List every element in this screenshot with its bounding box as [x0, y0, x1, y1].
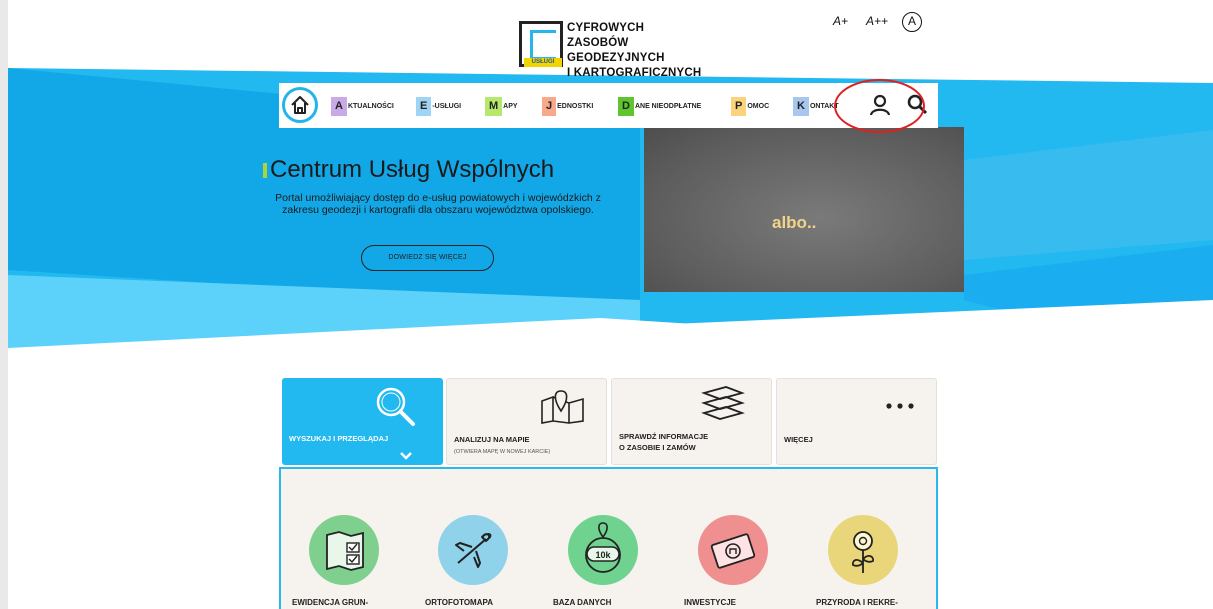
service-label-nature[interactable]: PRZYRODA I REKRE-: [816, 598, 898, 607]
slider-image-panel[interactable]: [644, 127, 964, 292]
service-label-investments[interactable]: INWESTYCJE: [684, 598, 736, 607]
logo-badge: USŁUGI: [524, 58, 562, 67]
tile-search-browse[interactable]: WYSZUKAJ I PRZEGLĄDAJ: [282, 378, 443, 465]
font-increase-button[interactable]: A+: [833, 14, 848, 28]
nav-item-pomoc[interactable]: P OMOC: [731, 97, 769, 116]
annotation-highlight-circle: [834, 79, 925, 133]
nav-cap: E: [416, 97, 432, 116]
hero-title: Centrum Usług Wspólnych: [263, 156, 554, 184]
nav-item-mapy[interactable]: M APY: [485, 97, 518, 116]
nav-label: EDNOSTKI: [557, 103, 594, 110]
nav-cap: J: [542, 97, 557, 116]
tile-label: SPRAWDŹ INFORMACJE O ZASOBIE I ZAMÓW: [619, 432, 709, 452]
tile-check-resources[interactable]: SPRAWDŹ INFORMACJE O ZASOBIE I ZAMÓW: [611, 378, 772, 465]
tile-label: WYSZUKAJ I PRZEGLĄDAJ: [289, 434, 389, 443]
logo-line-3: I KARTOGRAFICZNYCH: [567, 67, 702, 79]
chevron-down-icon: [400, 452, 412, 460]
tile-label: ANALIZUJ NA MAPIE: [454, 435, 530, 444]
orthophoto-icon[interactable]: [438, 515, 508, 585]
home-button[interactable]: [282, 87, 318, 123]
nav-label: ANE NIEODPŁATNE: [634, 103, 702, 110]
nav-label: APY: [503, 103, 518, 110]
globe-10k-icon: 10k: [585, 522, 621, 573]
service-label-database[interactable]: BAZA DANYCH: [553, 598, 611, 607]
more-dots-icon: [886, 403, 914, 409]
tile-label: WIĘCEJ: [784, 435, 813, 444]
learn-more-button[interactable]: DOWIEDZ SIĘ WIĘCEJ: [361, 245, 494, 271]
nav-cap: P: [731, 97, 747, 116]
hero-title-text: Centrum Usług Wspólnych: [270, 156, 555, 183]
nav-label: OMOC: [747, 103, 770, 110]
flower-icon: [851, 531, 875, 573]
airplane-icon: [455, 533, 492, 568]
nav-item-kontakt[interactable]: K ONTAKT: [793, 97, 839, 116]
svg-text:10k: 10k: [595, 550, 611, 560]
font-increase-more-button[interactable]: A++: [866, 14, 888, 28]
page: albo.. Centrum Usług Wspólnych Portal um…: [0, 0, 1213, 609]
nav-cap: K: [793, 97, 809, 116]
site-logo[interactable]: USŁUGI CYFROWYCH ZASOBÓW GEODEZYJNYCH I …: [519, 19, 709, 79]
database-icon[interactable]: 10k: [568, 515, 638, 585]
nav-cap: D: [618, 97, 634, 116]
hero-description: Portal umożliwiający dostęp do e-usług p…: [275, 192, 601, 216]
tile-analyze-map[interactable]: ANALIZUJ NA MAPIE (OTWIERA MAPĘ W NOWEJ …: [446, 378, 607, 465]
tile-sublabel: (OTWIERA MAPĘ W NOWEJ KARCIE): [454, 449, 551, 455]
logo-emblem: USŁUGI: [519, 21, 563, 67]
service-label-orthophoto[interactable]: ORTOFOTOMAPA: [425, 598, 493, 607]
banknote-icon: [710, 533, 756, 569]
logo-line-2: GEODEZYJNYCH: [567, 52, 665, 64]
tile-more[interactable]: WIĘCEJ: [776, 378, 937, 465]
title-accent-mark: [263, 163, 267, 178]
slider-overlay-text: albo..: [772, 213, 817, 232]
logo-letter-e: [530, 30, 556, 60]
map-checklist-icon: [326, 531, 364, 571]
cadastre-icon[interactable]: [309, 515, 379, 585]
nav-item-aktualnosci[interactable]: A KTUALNOŚCI: [331, 97, 394, 116]
nav-item-dane-nieodplatne[interactable]: D ANE NIEODPŁATNE: [618, 97, 701, 116]
nature-icon[interactable]: [828, 515, 898, 585]
logo-text: CYFROWYCH ZASOBÓW GEODEZYJNYCH I KARTOGR…: [567, 21, 709, 81]
layers-icon: [701, 386, 745, 420]
service-label-cadastre[interactable]: EWIDENCJA GRUN-: [292, 598, 368, 607]
investments-icon[interactable]: [698, 515, 768, 585]
nav-cap: A: [331, 97, 347, 116]
magnifier-icon: [376, 387, 415, 426]
nav-cap: M: [485, 97, 503, 116]
nav-item-e-uslugi[interactable]: E -USŁUGI: [416, 97, 461, 116]
map-pin-icon: [541, 390, 584, 424]
nav-label: -USŁUGI: [432, 103, 462, 110]
nav-label: KTUALNOŚCI: [347, 103, 394, 110]
nav-item-jednostki[interactable]: J EDNOSTKI: [542, 97, 593, 116]
contrast-button[interactable]: A: [902, 12, 922, 32]
logo-line-1: CYFROWYCH ZASOBÓW: [567, 22, 645, 49]
home-icon: [291, 96, 309, 114]
